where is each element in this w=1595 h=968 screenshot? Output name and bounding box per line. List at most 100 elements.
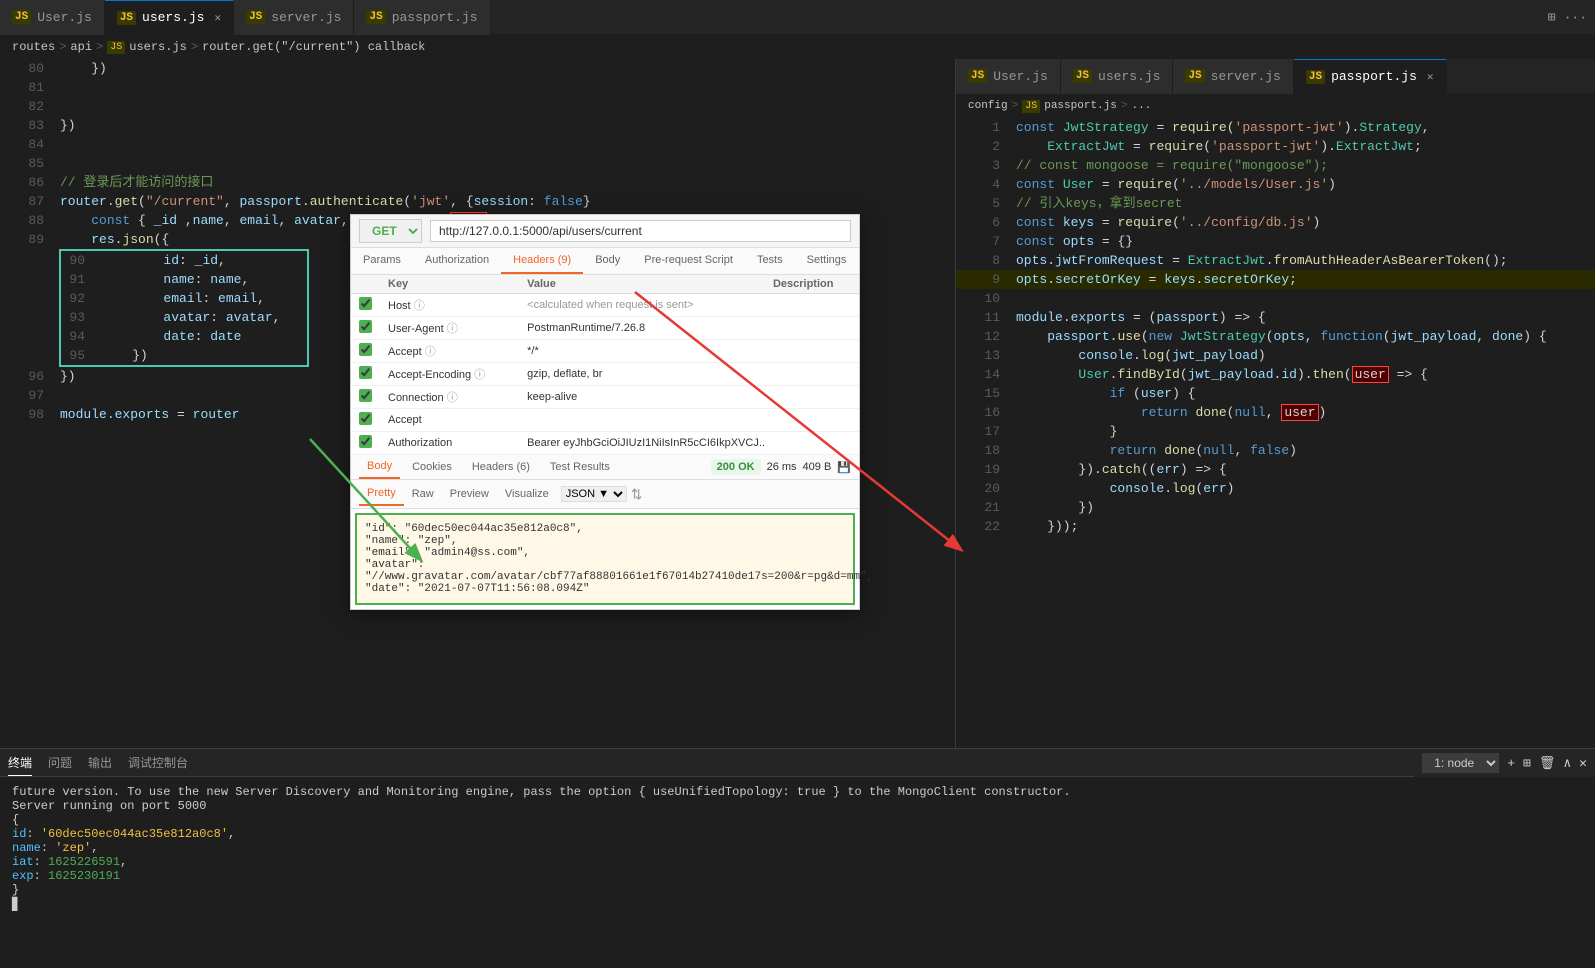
js-icon: JS	[1306, 70, 1325, 84]
terminal-line-open: {	[12, 813, 1583, 827]
tab-label: users.js	[1098, 69, 1160, 84]
terminal-tab-output[interactable]: 输出	[88, 750, 112, 775]
format-raw[interactable]: Raw	[404, 483, 442, 505]
tab-label: server.js	[1211, 69, 1281, 84]
terminal-tab-problems[interactable]: 问题	[48, 750, 72, 775]
method-select[interactable]: GET	[359, 219, 422, 243]
terminal-line-id: id: '60dec50ec044ac35e812a0c8',	[12, 827, 1583, 841]
code-line-85: 85	[0, 154, 955, 173]
js-icon: JS	[117, 11, 136, 25]
code-line-82: 82	[0, 97, 955, 116]
tab-settings[interactable]: Settings	[795, 248, 859, 274]
terminal-tabs: 终端 问题 输出 调试控制台	[0, 749, 1414, 777]
host-checkbox[interactable]	[359, 297, 372, 310]
user-agent-checkbox[interactable]	[359, 320, 372, 333]
code-line-83: 83 })	[0, 116, 955, 135]
response-size: 409 B	[803, 461, 832, 473]
response-headers-tab[interactable]: Headers (6)	[464, 456, 538, 478]
terminal-split-icon[interactable]: ⊞	[1523, 756, 1531, 771]
second-panel: JS User.js JS users.js JS server.js JS p…	[955, 59, 1595, 748]
save-icon[interactable]: 💾	[837, 461, 851, 474]
accept-encoding-checkbox[interactable]	[359, 366, 372, 379]
terminal-line-exp: exp: 1625230191	[12, 869, 1583, 883]
terminal-line-name: name: 'zep',	[12, 841, 1583, 855]
format-visualize[interactable]: Visualize	[497, 483, 557, 505]
js-icon: JS	[1185, 69, 1204, 83]
breadcrumb-config[interactable]: config	[968, 100, 1008, 112]
terminal-line-server: Server running on port 5000	[12, 799, 1583, 813]
postman-request-tabs: Params Authorization Headers (9) Body Pr…	[351, 248, 859, 275]
headers-table: Key Value Description Host ⓘ <calculated…	[351, 275, 859, 455]
code-line-95: 95 })	[61, 346, 307, 365]
terminal: 终端 问题 输出 调试控制台 1: node + ⊞ 🗑 ∧ ✕ future …	[0, 748, 1595, 968]
tab-label: passport.js	[1331, 69, 1417, 84]
breadcrumb-usersjs[interactable]: users.js	[129, 40, 187, 54]
format-select[interactable]: JSON ▼	[561, 486, 627, 502]
format-preview[interactable]: Preview	[442, 483, 497, 505]
header-row-accept-encoding: Accept-Encoding ⓘ gzip, deflate, br	[351, 363, 859, 386]
key-header: Key	[380, 275, 519, 294]
breadcrumb-passportjs[interactable]: passport.js	[1044, 100, 1117, 112]
accept2-checkbox[interactable]	[359, 412, 372, 425]
tab-label: passport.js	[392, 10, 478, 25]
tab-label: users.js	[142, 10, 204, 25]
header-row-accept2: Accept	[351, 409, 859, 432]
connection-checkbox[interactable]	[359, 389, 372, 402]
auth-checkbox[interactable]	[359, 435, 372, 448]
close-icon[interactable]: ✕	[214, 11, 221, 25]
accept-checkbox[interactable]	[359, 343, 372, 356]
copy-icon[interactable]: ⇅	[631, 486, 643, 503]
code-line-91: 91 name: name,	[61, 270, 307, 289]
js-icon-breadcrumb: JS	[107, 41, 125, 54]
auth-key: Authorization	[380, 432, 519, 455]
tab2-users-js[interactable]: JS users.js	[1061, 59, 1174, 94]
tab-pre-request[interactable]: Pre-request Script	[632, 248, 745, 274]
auth-value: Bearer eyJhbGciOiJIUzI1NiIsInR5cCI6IkpXV…	[519, 432, 765, 455]
split-editor-icon[interactable]: ⊞	[1548, 10, 1556, 25]
terminal-toolbar: 1: node + ⊞ 🗑 ∧ ✕	[1414, 749, 1595, 777]
code-line-81: 81	[0, 78, 955, 97]
js-icon: JS	[1073, 69, 1092, 83]
header-row-user-agent: User-Agent ⓘ PostmanRuntime/7.26.8	[351, 317, 859, 340]
tab2-user-js[interactable]: JS User.js	[956, 59, 1061, 94]
tab-tests[interactable]: Tests	[745, 248, 795, 274]
breadcrumb-routes[interactable]: routes	[12, 40, 55, 54]
terminal-add-icon[interactable]: +	[1507, 756, 1515, 771]
response-cookies-tab[interactable]: Cookies	[404, 456, 460, 478]
code-line-93: 93 avatar: avatar,	[61, 308, 307, 327]
terminal-select[interactable]: 1: node	[1422, 753, 1499, 773]
terminal-close-icon[interactable]: ✕	[1579, 756, 1587, 771]
format-pretty[interactable]: Pretty	[359, 482, 404, 506]
postman-header: GET	[351, 215, 859, 248]
tab-server-js[interactable]: JS server.js	[234, 0, 354, 35]
more-icon[interactable]: ···	[1564, 10, 1587, 25]
response-tabs: Body Cookies Headers (6) Test Results 20…	[351, 455, 859, 480]
accept-value: */*	[519, 340, 765, 363]
url-input[interactable]	[430, 220, 851, 242]
close-icon[interactable]: ✕	[1427, 70, 1434, 84]
tab2-server-js[interactable]: JS server.js	[1173, 59, 1293, 94]
tab-users-js[interactable]: JS users.js ✕	[105, 0, 234, 35]
tab-user-js[interactable]: JS User.js	[0, 0, 105, 35]
tab2-passport-js[interactable]: JS passport.js ✕	[1294, 59, 1447, 94]
code-line-92: 92 email: email,	[61, 289, 307, 308]
terminal-line-1: future version. To use the new Server Di…	[12, 785, 1583, 799]
response-body-tab[interactable]: Body	[359, 455, 400, 479]
accept-key: Accept ⓘ	[380, 340, 519, 363]
terminal-tab-debug[interactable]: 调试控制台	[128, 750, 188, 775]
breadcrumb-api[interactable]: api	[70, 40, 92, 54]
terminal-tab-terminal[interactable]: 终端	[8, 750, 32, 776]
terminal-trash-icon[interactable]: 🗑	[1539, 756, 1556, 771]
response-test-results-tab[interactable]: Test Results	[542, 456, 618, 478]
json-response: "id": "60dec50ec044ac35e812a0c8", "name"…	[355, 513, 855, 605]
tab-authorization[interactable]: Authorization	[413, 248, 501, 274]
tab-body[interactable]: Body	[583, 248, 632, 274]
tab-headers[interactable]: Headers (9)	[501, 248, 583, 274]
tab-params[interactable]: Params	[351, 248, 413, 274]
tab-passport-js[interactable]: JS passport.js	[354, 0, 490, 35]
json-line-5: "date": "2021-07-07T11:56:08.094Z"	[365, 583, 845, 595]
terminal-chevron-up-icon[interactable]: ∧	[1563, 756, 1571, 771]
code-line-87: 87 router.get("/current", passport.authe…	[0, 192, 955, 211]
breadcrumb-function[interactable]: router.get("/current") callback	[202, 40, 425, 54]
header-row-host: Host ⓘ <calculated when request is sent>	[351, 294, 859, 317]
